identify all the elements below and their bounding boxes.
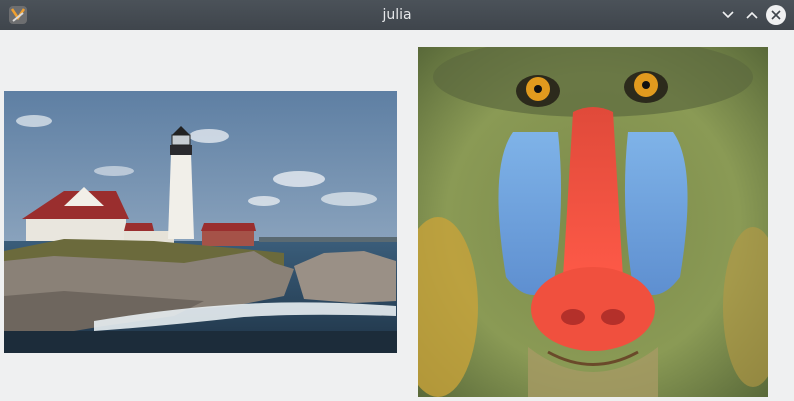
close-button[interactable] <box>766 5 786 25</box>
maximize-button[interactable] <box>742 5 762 25</box>
chevron-up-icon <box>745 8 759 22</box>
app-window: julia <box>0 0 794 401</box>
titlebar[interactable]: julia <box>0 0 794 30</box>
image-viewer <box>0 30 794 401</box>
close-icon <box>770 9 782 21</box>
minimize-button[interactable] <box>718 5 738 25</box>
window-title: julia <box>382 7 412 23</box>
mandrill-image <box>418 47 768 397</box>
lighthouse-image <box>4 91 397 353</box>
chevron-down-icon <box>721 8 735 22</box>
